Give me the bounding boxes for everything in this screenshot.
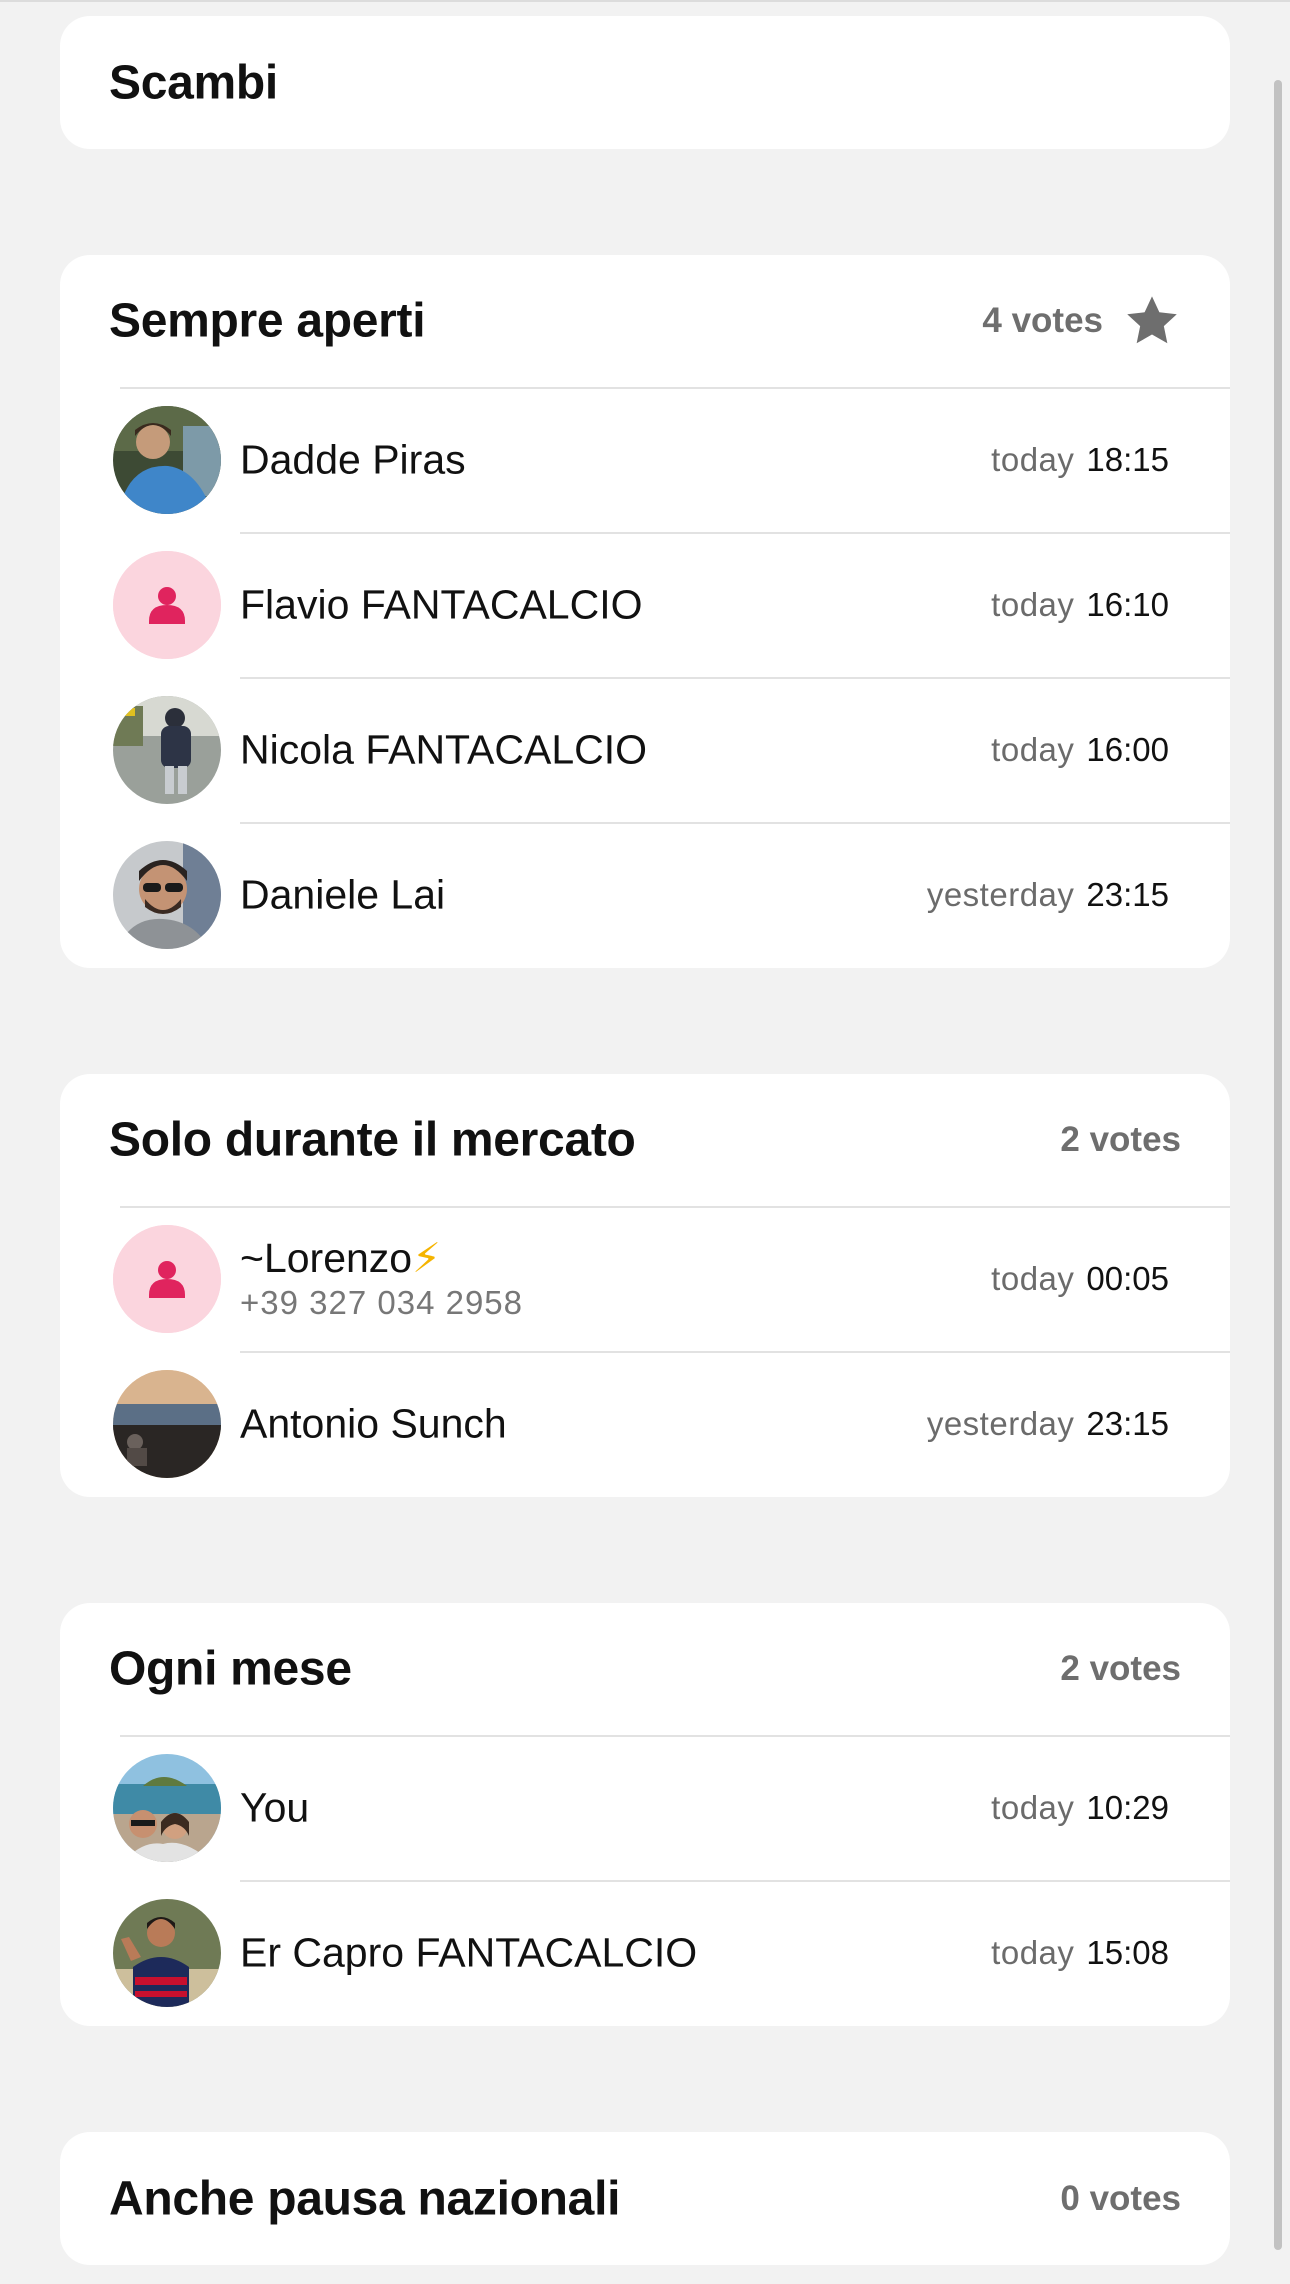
poll-option-card[interactable]: Solo durante il mercato 2 votes ~Lorenzo…	[60, 1074, 1230, 1497]
default-avatar	[113, 1224, 221, 1333]
vote-count-label: 2 votes	[1060, 1120, 1181, 1159]
vote-day: today	[991, 440, 1075, 478]
voter-name: Dadde Piras	[240, 436, 466, 482]
person-icon	[113, 1224, 221, 1333]
vote-day: today	[991, 1933, 1075, 1971]
option-header: Anche pausa nazionali 0 votes	[60, 2132, 1230, 2265]
vote-time: 15:08	[1086, 1933, 1169, 1971]
vote-time: 00:05	[1086, 1259, 1169, 1297]
option-title: Sempre aperti	[109, 294, 426, 348]
vote-time: 23:15	[1086, 875, 1169, 913]
vote-count-label: 4 votes	[982, 301, 1103, 340]
vote-time: 16:10	[1086, 585, 1169, 623]
poll-option-card[interactable]: Sempre aperti 4 votes Dadde Piras today 1…	[60, 255, 1230, 968]
photo-avatar	[113, 1753, 221, 1862]
vote-count-label: 2 votes	[1060, 1649, 1181, 1688]
vote-count: 2 votes	[1060, 1649, 1181, 1689]
vote-timestamp: yesterday 23:15	[927, 1405, 1169, 1443]
option-header: Sempre aperti 4 votes	[60, 255, 1230, 387]
voter-row[interactable]: Er Capro FANTACALCIO today 15:08	[60, 1880, 1230, 2025]
voter-row[interactable]: You today 10:29	[60, 1735, 1230, 1880]
lightning-emoji: ⚡	[412, 1234, 441, 1281]
top-divider	[0, 0, 1290, 2]
voter-name: Nicola FANTACALCIO	[240, 726, 648, 772]
poll-option-card[interactable]: Ogni mese 2 votes You today 10:29 Er Cap…	[60, 1603, 1230, 2026]
photo-avatar	[113, 405, 221, 514]
vote-count: 4 votes	[982, 292, 1181, 350]
scrollbar[interactable]	[1274, 80, 1282, 2250]
vote-day: today	[991, 585, 1075, 623]
person-icon	[113, 550, 221, 659]
vote-day: yesterday	[926, 875, 1075, 913]
photo-avatar	[113, 695, 221, 804]
vote-timestamp: today 18:15	[991, 441, 1169, 479]
voter-name: Er Capro FANTACALCIO	[240, 1929, 698, 1975]
voter-phone: +39 327 034 2958	[240, 1283, 524, 1321]
poll-title-card: Scambi	[60, 16, 1230, 149]
voter-name: You	[240, 1784, 310, 1830]
vote-count: 2 votes	[1060, 1120, 1181, 1160]
poll-option-card[interactable]: Anche pausa nazionali 0 votes	[60, 2132, 1230, 2265]
voter-row[interactable]: Flavio FANTACALCIO today 16:10	[60, 532, 1230, 677]
vote-count: 0 votes	[1060, 2179, 1181, 2219]
voter-row[interactable]: Dadde Piras today 18:15	[60, 387, 1230, 532]
vote-day: today	[991, 1788, 1075, 1826]
voter-row[interactable]: Antonio Sunch yesterday 23:15	[60, 1351, 1230, 1496]
voter-row[interactable]: Daniele Lai yesterday 23:15	[60, 822, 1230, 967]
voter-name: Daniele Lai	[240, 871, 446, 917]
photo-avatar	[113, 840, 221, 949]
option-title: Ogni mese	[109, 1642, 352, 1696]
voter-row[interactable]: ~Lorenzo⚡ +39 327 034 2958 today 00:05	[60, 1206, 1230, 1351]
star-icon	[1127, 296, 1177, 344]
option-title: Anche pausa nazionali	[109, 2172, 621, 2225]
poll-title: Scambi	[109, 56, 278, 109]
voter-name: ~Lorenzo	[240, 1234, 413, 1281]
voter-name-line: ~Lorenzo⚡	[240, 1234, 523, 1282]
voter-name: Antonio Sunch	[240, 1400, 507, 1446]
vote-count-label: 0 votes	[1060, 2178, 1181, 2218]
vote-day: yesterday	[926, 1404, 1075, 1442]
default-avatar	[113, 550, 221, 659]
option-title: Solo durante il mercato	[109, 1113, 636, 1167]
photo-avatar	[113, 1369, 221, 1478]
vote-timestamp: yesterday 23:15	[927, 876, 1169, 914]
voter-row[interactable]: Nicola FANTACALCIO today 16:00	[60, 677, 1230, 822]
voter-info: ~Lorenzo⚡ +39 327 034 2958	[240, 1234, 523, 1324]
vote-time: 23:15	[1086, 1404, 1169, 1442]
vote-timestamp: today 16:10	[991, 586, 1169, 624]
vote-day: today	[991, 730, 1075, 768]
vote-time: 16:00	[1086, 730, 1169, 768]
option-header: Ogni mese 2 votes	[60, 1603, 1230, 1735]
vote-time: 10:29	[1086, 1788, 1169, 1826]
photo-avatar	[113, 1898, 221, 2007]
option-header: Solo durante il mercato 2 votes	[60, 1074, 1230, 1206]
vote-timestamp: today 15:08	[991, 1934, 1169, 1972]
voter-name: Flavio FANTACALCIO	[240, 581, 643, 627]
vote-timestamp: today 00:05	[991, 1260, 1169, 1298]
vote-timestamp: today 16:00	[991, 731, 1169, 769]
vote-day: today	[991, 1259, 1075, 1297]
vote-time: 18:15	[1086, 440, 1169, 478]
vote-timestamp: today 10:29	[991, 1789, 1169, 1827]
